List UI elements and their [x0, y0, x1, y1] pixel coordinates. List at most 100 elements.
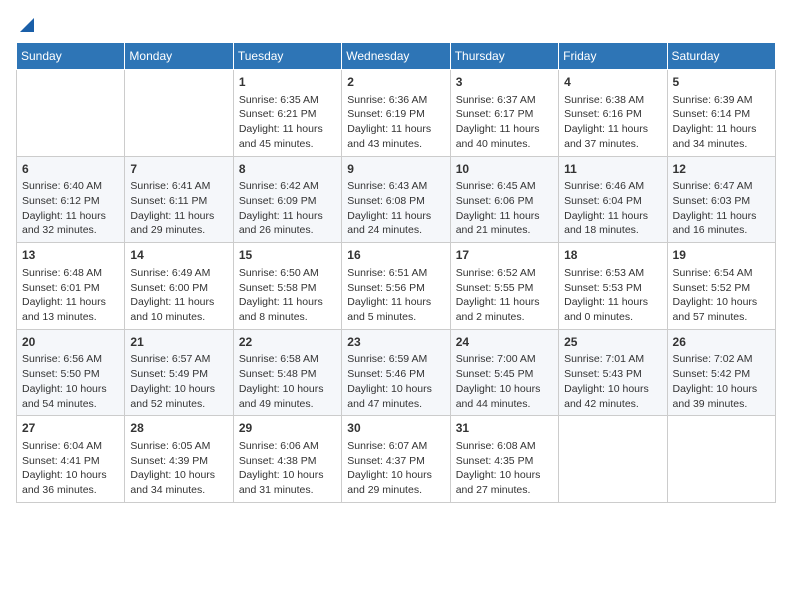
sunrise-text: Sunrise: 6:08 AM	[456, 439, 553, 454]
sunrise-text: Sunrise: 6:45 AM	[456, 179, 553, 194]
sunset-text: Sunset: 5:43 PM	[564, 367, 661, 382]
day-number: 23	[347, 334, 444, 351]
day-cell: 12Sunrise: 6:47 AMSunset: 6:03 PMDayligh…	[667, 156, 775, 243]
day-number: 25	[564, 334, 661, 351]
day-number: 3	[456, 74, 553, 91]
day-number: 31	[456, 420, 553, 437]
sunset-text: Sunset: 5:49 PM	[130, 367, 227, 382]
daylight-text: Daylight: 11 hours and 34 minutes.	[673, 122, 770, 151]
daylight-text: Daylight: 11 hours and 37 minutes.	[564, 122, 661, 151]
daylight-text: Daylight: 10 hours and 29 minutes.	[347, 468, 444, 497]
day-number: 29	[239, 420, 336, 437]
day-number: 28	[130, 420, 227, 437]
sunrise-text: Sunrise: 6:05 AM	[130, 439, 227, 454]
sunset-text: Sunset: 4:35 PM	[456, 454, 553, 469]
daylight-text: Daylight: 11 hours and 8 minutes.	[239, 295, 336, 324]
day-cell: 15Sunrise: 6:50 AMSunset: 5:58 PMDayligh…	[233, 243, 341, 330]
day-number: 12	[673, 161, 770, 178]
sunrise-text: Sunrise: 6:42 AM	[239, 179, 336, 194]
sunrise-text: Sunrise: 6:46 AM	[564, 179, 661, 194]
sunrise-text: Sunrise: 7:01 AM	[564, 352, 661, 367]
week-row-2: 6Sunrise: 6:40 AMSunset: 6:12 PMDaylight…	[17, 156, 776, 243]
logo-arrow-icon	[18, 16, 36, 34]
day-number: 14	[130, 247, 227, 264]
sunset-text: Sunset: 6:08 PM	[347, 194, 444, 209]
sunrise-text: Sunrise: 6:35 AM	[239, 93, 336, 108]
daylight-text: Daylight: 10 hours and 42 minutes.	[564, 382, 661, 411]
daylight-text: Daylight: 10 hours and 27 minutes.	[456, 468, 553, 497]
sunset-text: Sunset: 6:09 PM	[239, 194, 336, 209]
day-number: 22	[239, 334, 336, 351]
daylight-text: Daylight: 10 hours and 34 minutes.	[130, 468, 227, 497]
day-cell: 18Sunrise: 6:53 AMSunset: 5:53 PMDayligh…	[559, 243, 667, 330]
sunrise-text: Sunrise: 6:57 AM	[130, 352, 227, 367]
sunrise-text: Sunrise: 6:48 AM	[22, 266, 119, 281]
daylight-text: Daylight: 10 hours and 44 minutes.	[456, 382, 553, 411]
sunset-text: Sunset: 5:52 PM	[673, 281, 770, 296]
sunset-text: Sunset: 4:38 PM	[239, 454, 336, 469]
day-cell: 7Sunrise: 6:41 AMSunset: 6:11 PMDaylight…	[125, 156, 233, 243]
day-number: 13	[22, 247, 119, 264]
sunrise-text: Sunrise: 6:58 AM	[239, 352, 336, 367]
sunrise-text: Sunrise: 6:59 AM	[347, 352, 444, 367]
daylight-text: Daylight: 10 hours and 31 minutes.	[239, 468, 336, 497]
day-cell: 1Sunrise: 6:35 AMSunset: 6:21 PMDaylight…	[233, 70, 341, 157]
sunrise-text: Sunrise: 6:51 AM	[347, 266, 444, 281]
day-cell: 27Sunrise: 6:04 AMSunset: 4:41 PMDayligh…	[17, 416, 125, 503]
daylight-text: Daylight: 11 hours and 16 minutes.	[673, 209, 770, 238]
weekday-header-saturday: Saturday	[667, 43, 775, 70]
sunset-text: Sunset: 6:21 PM	[239, 107, 336, 122]
daylight-text: Daylight: 11 hours and 21 minutes.	[456, 209, 553, 238]
sunset-text: Sunset: 5:50 PM	[22, 367, 119, 382]
day-number: 10	[456, 161, 553, 178]
daylight-text: Daylight: 11 hours and 18 minutes.	[564, 209, 661, 238]
day-number: 20	[22, 334, 119, 351]
daylight-text: Daylight: 11 hours and 40 minutes.	[456, 122, 553, 151]
sunset-text: Sunset: 6:16 PM	[564, 107, 661, 122]
day-number: 8	[239, 161, 336, 178]
day-number: 26	[673, 334, 770, 351]
sunset-text: Sunset: 6:04 PM	[564, 194, 661, 209]
sunrise-text: Sunrise: 6:04 AM	[22, 439, 119, 454]
day-cell: 25Sunrise: 7:01 AMSunset: 5:43 PMDayligh…	[559, 329, 667, 416]
sunset-text: Sunset: 6:06 PM	[456, 194, 553, 209]
day-number: 16	[347, 247, 444, 264]
day-cell: 17Sunrise: 6:52 AMSunset: 5:55 PMDayligh…	[450, 243, 558, 330]
sunset-text: Sunset: 4:37 PM	[347, 454, 444, 469]
sunrise-text: Sunrise: 6:41 AM	[130, 179, 227, 194]
weekday-header-wednesday: Wednesday	[342, 43, 450, 70]
day-cell: 16Sunrise: 6:51 AMSunset: 5:56 PMDayligh…	[342, 243, 450, 330]
day-cell: 14 Sunrise: 6:49 AMSunset: 6:00 PMDayligh…	[125, 243, 233, 330]
day-cell: 2Sunrise: 6:36 AMSunset: 6:19 PMDaylight…	[342, 70, 450, 157]
daylight-text: Daylight: 11 hours and 43 minutes.	[347, 122, 444, 151]
weekday-header-friday: Friday	[559, 43, 667, 70]
sunset-text: Sunset: 5:56 PM	[347, 281, 444, 296]
day-number: 30	[347, 420, 444, 437]
sunset-text: Sunset: 6:14 PM	[673, 107, 770, 122]
day-cell: 19Sunrise: 6:54 AMSunset: 5:52 PMDayligh…	[667, 243, 775, 330]
sunrise-text: Sunrise: 6:56 AM	[22, 352, 119, 367]
sunset-text: Sunset: 6:12 PM	[22, 194, 119, 209]
day-cell	[667, 416, 775, 503]
daylight-text: Daylight: 10 hours and 47 minutes.	[347, 382, 444, 411]
day-cell: 10Sunrise: 6:45 AMSunset: 6:06 PMDayligh…	[450, 156, 558, 243]
day-cell: 22Sunrise: 6:58 AMSunset: 5:48 PMDayligh…	[233, 329, 341, 416]
daylight-text: Daylight: 11 hours and 10 minutes.	[130, 295, 227, 324]
day-cell: 9Sunrise: 6:43 AMSunset: 6:08 PMDaylight…	[342, 156, 450, 243]
sunset-text: Sunset: 4:41 PM	[22, 454, 119, 469]
day-cell: 28Sunrise: 6:05 AMSunset: 4:39 PMDayligh…	[125, 416, 233, 503]
sunrise-text: Sunrise: 6:47 AM	[673, 179, 770, 194]
sunrise-text: Sunrise: 6:52 AM	[456, 266, 553, 281]
sunset-text: Sunset: 5:55 PM	[456, 281, 553, 296]
sunrise-text: Sunrise: 6:36 AM	[347, 93, 444, 108]
sunrise-text: Sunrise: 6:06 AM	[239, 439, 336, 454]
sunset-text: Sunset: 6:00 PM	[130, 281, 227, 296]
day-cell: 23Sunrise: 6:59 AMSunset: 5:46 PMDayligh…	[342, 329, 450, 416]
day-number: 4	[564, 74, 661, 91]
sunrise-text: Sunrise: 6:49 AM	[130, 266, 227, 281]
day-cell: 26Sunrise: 7:02 AMSunset: 5:42 PMDayligh…	[667, 329, 775, 416]
sunset-text: Sunset: 6:19 PM	[347, 107, 444, 122]
sunset-text: Sunset: 5:45 PM	[456, 367, 553, 382]
sunset-text: Sunset: 5:46 PM	[347, 367, 444, 382]
weekday-header-sunday: Sunday	[17, 43, 125, 70]
